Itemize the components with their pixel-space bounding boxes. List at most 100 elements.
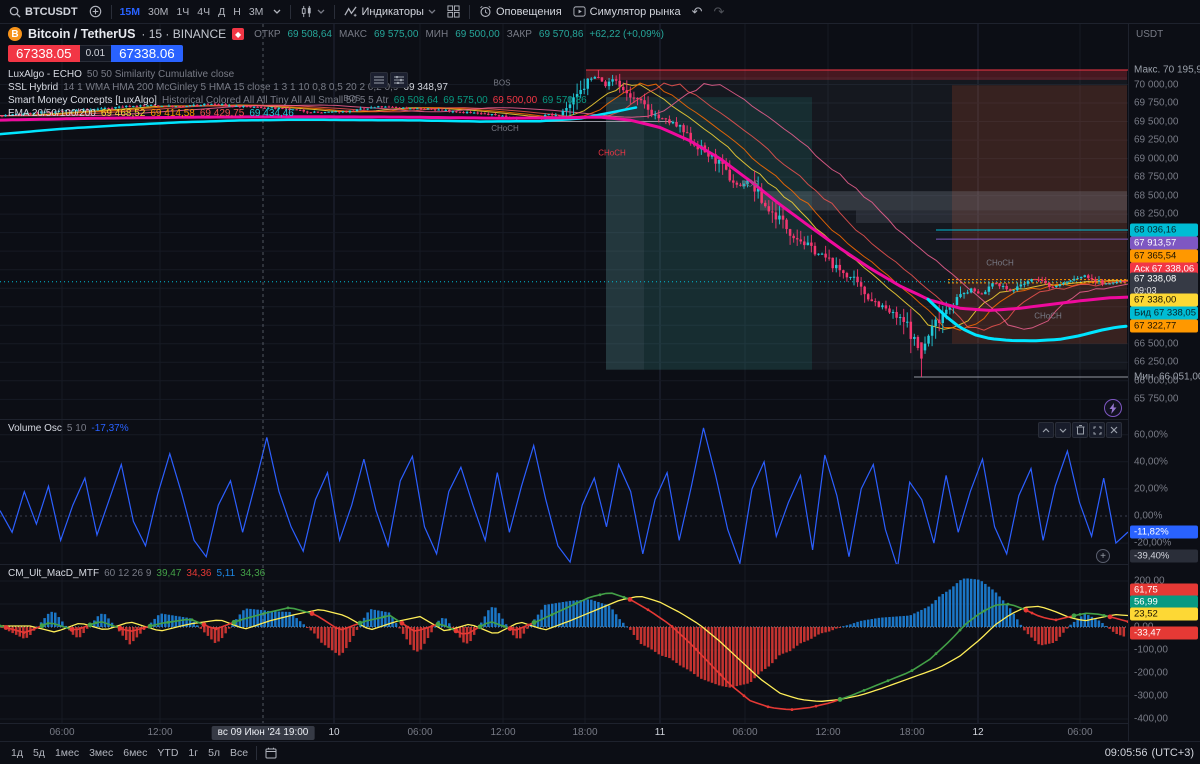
quantity-field[interactable]: 0.01 <box>79 45 112 62</box>
price-tick-label: 69 750,00 <box>1134 97 1179 109</box>
macd-value-badge: 23,52 <box>1130 607 1198 621</box>
macd-legend[interactable]: CM_Ult_MacD_MTF 60 12 26 9 39,47 34,36 5,1… <box>8 568 265 579</box>
timeframe-30M[interactable]: 30M <box>144 2 172 22</box>
clock[interactable]: 09:05:56 (UTC+3) <box>1105 747 1194 759</box>
legend-sliders-icon[interactable] <box>390 72 408 88</box>
indicator-legend-row[interactable]: LuxAlgo - ECHO 50 50 Similarity Cumulativ… <box>8 68 587 81</box>
volume-low-badge: -39,40% <box>1130 549 1198 563</box>
range-5л[interactable]: 5л <box>203 745 225 761</box>
buy-button[interactable]: 67338.06 <box>111 45 183 62</box>
price-tick-label: 69 250,00 <box>1134 134 1179 146</box>
macd-value: 34,36 <box>240 568 266 579</box>
symbol-title: Bitcoin / TetherUS <box>28 27 136 41</box>
time-tick-label: 12 <box>972 727 984 738</box>
price-tick-label: 66 500,00 <box>1134 338 1179 350</box>
top-toolbar: BTCUSDT 15M30M1Ч4ЧДН3М Индикаторы <box>0 0 1200 24</box>
macd-value: 39,47 <box>156 568 182 579</box>
time-tick-label: 18:00 <box>899 727 925 738</box>
range-buttons: 1д 5д 1мес 3мес 6мес YTD 1г 5л Все <box>6 745 253 761</box>
range-Все[interactable]: Все <box>225 745 253 761</box>
time-axis[interactable]: вс 09 Июн '24 19:00 06:00 12:00 10 06:00 12:… <box>0 723 1128 741</box>
lightning-icon <box>1109 402 1117 414</box>
price-axis[interactable]: USDT 70 000,00 69 750,00 69 500,00 69 250,0… <box>1128 24 1200 741</box>
indicator-legend-row[interactable]: Smart Money Concepts [LuxAlgo] Historical… <box>8 94 587 107</box>
pane-divider[interactable] <box>0 419 1200 420</box>
pane-move-down-button[interactable] <box>1055 422 1071 438</box>
undo-button[interactable]: ↶ <box>687 2 708 22</box>
layout-grid-button[interactable] <box>442 2 465 22</box>
macd-canvas[interactable] <box>0 565 1128 723</box>
range-3мес[interactable]: 3мес <box>84 745 118 761</box>
sell-button[interactable]: 67338.05 <box>8 45 80 62</box>
indicator-value: 69 348,97 <box>403 82 448 93</box>
indicators-label: Индикаторы <box>361 5 424 18</box>
svg-text:CHoCH: CHoCH <box>986 258 1014 267</box>
chart-type-button[interactable] <box>295 2 330 22</box>
go-to-date-button[interactable] <box>260 743 282 763</box>
range-5д[interactable]: 5д <box>28 745 50 761</box>
toolbar-separator <box>468 4 470 19</box>
macd-tick-label: -400,00 <box>1134 713 1168 725</box>
pane-maximize-button[interactable] <box>1089 422 1105 438</box>
volume-tick-label: 40,00% <box>1134 456 1168 468</box>
low-price-label: Мин. 66 051,00 <box>1134 371 1200 383</box>
symbol-info-row[interactable]: B Bitcoin / TetherUS · 15 · BINANCE ◆ ОТ… <box>8 27 664 41</box>
legend-list-icon[interactable] <box>370 72 388 88</box>
volume-osc-legend[interactable]: Volume Osc 5 10 -17,37% <box>8 423 129 434</box>
timeframe-Д[interactable]: Д <box>214 2 229 22</box>
time-tick-label: 06:00 <box>732 727 758 738</box>
range-1д[interactable]: 1д <box>6 745 28 761</box>
bitcoin-icon: B <box>8 27 22 41</box>
range-YTD[interactable]: YTD <box>152 745 183 761</box>
time-tick-label: 12:00 <box>815 727 841 738</box>
volume-osc-params: 5 10 <box>66 423 87 434</box>
indicator-value: 69 508,64 <box>393 95 439 106</box>
timeframe-4Ч[interactable]: 4Ч <box>193 2 214 22</box>
chevron-down-icon <box>273 9 281 15</box>
plus-circle-icon[interactable]: + <box>1096 549 1110 563</box>
redo-button[interactable]: ↷ <box>708 2 729 22</box>
svg-text:CHoCH: CHoCH <box>598 149 626 158</box>
quick-trade-lightning-button[interactable] <box>1104 399 1122 417</box>
ohlc-value: 69 500,00 <box>455 28 500 40</box>
indicator-params: 50 50 Similarity Cumulative close <box>86 69 235 80</box>
macd-value: 5,11 <box>216 568 236 579</box>
legend-quick-icons <box>370 72 408 88</box>
search-icon <box>9 6 21 18</box>
symbol-search-button[interactable]: BTCUSDT <box>4 2 83 22</box>
timeframe-1Ч[interactable]: 1Ч <box>172 2 193 22</box>
pane-move-up-button[interactable] <box>1038 422 1054 438</box>
price-tick-label: 68 500,00 <box>1134 190 1179 202</box>
market-simulator-button[interactable]: Симулятор рынка <box>568 2 686 22</box>
timeframe-menu-button[interactable] <box>268 2 286 22</box>
indicators-button[interactable]: Индикаторы <box>339 2 441 22</box>
pane-delete-button[interactable] <box>1072 422 1088 438</box>
price-badge: 67 338,00 <box>1130 293 1198 307</box>
timeframe-Н[interactable]: Н <box>229 2 245 22</box>
indicator-legend-row[interactable]: EMA 20/50/100/200 69 468,52 69 414,58 69 42… <box>8 107 587 120</box>
macd-tick-label: -300,00 <box>1134 690 1168 702</box>
ohlc-label: ОТКР <box>254 28 281 40</box>
grid-layout-icon <box>447 5 460 18</box>
volume-osc-canvas[interactable] <box>0 420 1128 564</box>
plus-circle-icon <box>89 5 102 18</box>
indicator-name: Smart Money Concepts [LuxAlgo] <box>8 95 157 106</box>
indicator-value: 69 570,86 <box>542 95 587 106</box>
pane-divider[interactable] <box>0 564 1200 565</box>
add-symbol-button[interactable] <box>84 2 107 22</box>
simulator-play-icon <box>573 5 586 18</box>
time-tick-label: 06:00 <box>1067 727 1093 738</box>
timeframe-3М[interactable]: 3М <box>245 2 268 22</box>
indicator-value: 69 414,58 <box>150 108 195 119</box>
indicator-legend-row[interactable]: SSL Hybrid 14 1 WMA HMA 200 McGinley 5 HM… <box>8 81 587 94</box>
range-1мес[interactable]: 1мес <box>50 745 84 761</box>
indicator-name: LuxAlgo - ECHO <box>8 69 82 80</box>
alerts-button[interactable]: Оповещения <box>474 2 567 22</box>
ohlc-label: МАКС <box>339 28 367 40</box>
range-1г[interactable]: 1г <box>183 745 203 761</box>
pane-close-button[interactable] <box>1106 422 1122 438</box>
range-6мес[interactable]: 6мес <box>118 745 152 761</box>
timeframe-15M[interactable]: 15M <box>116 2 144 22</box>
toolbar-separator <box>256 746 258 760</box>
chevron-down-icon <box>317 9 325 15</box>
